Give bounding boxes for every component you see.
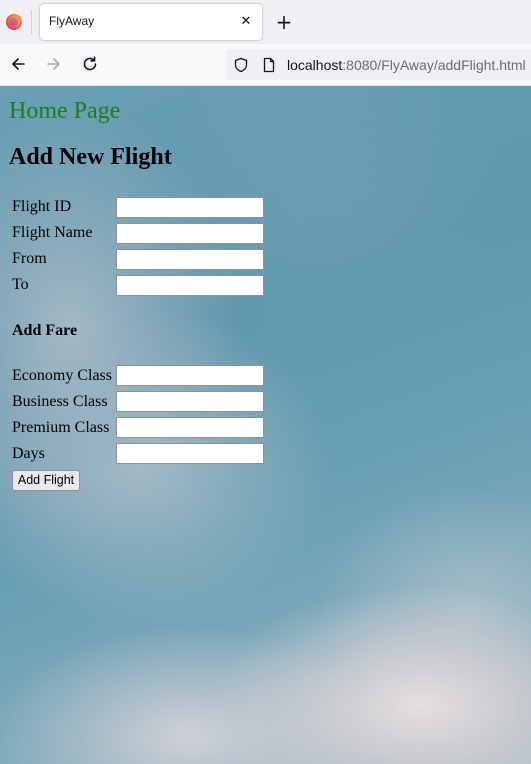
flight-name-input[interactable] [116, 223, 264, 244]
forward-arrow-icon[interactable] [43, 53, 65, 75]
url-host: localhost [287, 57, 343, 73]
firefox-logo-icon[interactable] [6, 14, 22, 30]
page-title: Add New Flight [9, 144, 172, 170]
days-input[interactable] [116, 443, 264, 464]
tab-flyaway[interactable]: FlyAway ✕ [40, 4, 262, 40]
add-flight-button[interactable]: Add Flight [12, 470, 80, 491]
flight-id-input[interactable] [116, 197, 264, 218]
url-text[interactable]: localhost:8080/FlyAway/addFlight.html [287, 57, 526, 73]
tab-title: FlyAway [49, 14, 95, 28]
address-bar[interactable]: localhost:8080/FlyAway/addFlight.html [226, 49, 531, 80]
flight-name-label: Flight Name [12, 224, 93, 241]
from-input[interactable] [116, 249, 264, 270]
tab-separator [31, 10, 32, 34]
to-label: To [12, 276, 29, 293]
reload-icon[interactable] [79, 53, 101, 75]
home-page-link[interactable]: Home Page [9, 98, 120, 125]
to-input[interactable] [116, 275, 264, 296]
from-label: From [12, 250, 47, 267]
navigation-toolbar: localhost:8080/FlyAway/addFlight.html [0, 44, 531, 86]
url-path: :8080/FlyAway/addFlight.html [342, 57, 526, 73]
close-icon[interactable]: ✕ [238, 14, 254, 30]
economy-class-input[interactable] [116, 365, 264, 386]
business-class-label: Business Class [12, 393, 108, 410]
page-viewport: Home Page Add New Flight Flight ID Fligh… [0, 86, 531, 764]
days-label: Days [12, 445, 45, 462]
tab-strip: FlyAway ✕ + [0, 0, 531, 44]
economy-class-label: Economy Class [12, 367, 112, 384]
back-arrow-icon[interactable] [7, 53, 29, 75]
premium-class-label: Premium Class [12, 419, 110, 436]
page-icon[interactable] [261, 57, 277, 73]
plus-icon[interactable]: + [274, 12, 294, 32]
business-class-input[interactable] [116, 391, 264, 412]
premium-class-input[interactable] [116, 417, 264, 438]
add-fare-heading: Add Fare [12, 322, 78, 339]
flight-id-label: Flight ID [12, 198, 72, 215]
shield-icon[interactable] [233, 57, 249, 73]
